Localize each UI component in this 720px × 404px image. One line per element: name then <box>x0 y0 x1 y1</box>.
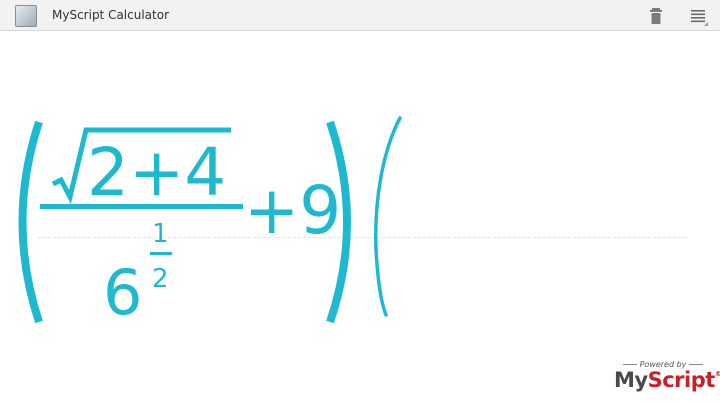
myscript-logo: MyScript® <box>614 368 720 392</box>
denominator-base: 6 <box>103 256 142 329</box>
fraction-bar <box>40 204 243 209</box>
handwritten-stroke <box>373 116 402 317</box>
addend: +9 <box>244 172 341 249</box>
radicand: 2+4 <box>87 134 226 211</box>
exponent-numerator: 1 <box>152 219 169 249</box>
logo-text-my: My <box>614 368 648 392</box>
exponent-fraction-bar <box>150 252 172 255</box>
left-parenthesis <box>18 120 43 324</box>
exponent-denominator: 2 <box>152 264 169 294</box>
logo-registered-mark: ® <box>714 370 720 378</box>
recognized-expression: 2+4 6 1 2 +9 <box>18 116 402 329</box>
logo-text-script: Script <box>647 368 716 392</box>
